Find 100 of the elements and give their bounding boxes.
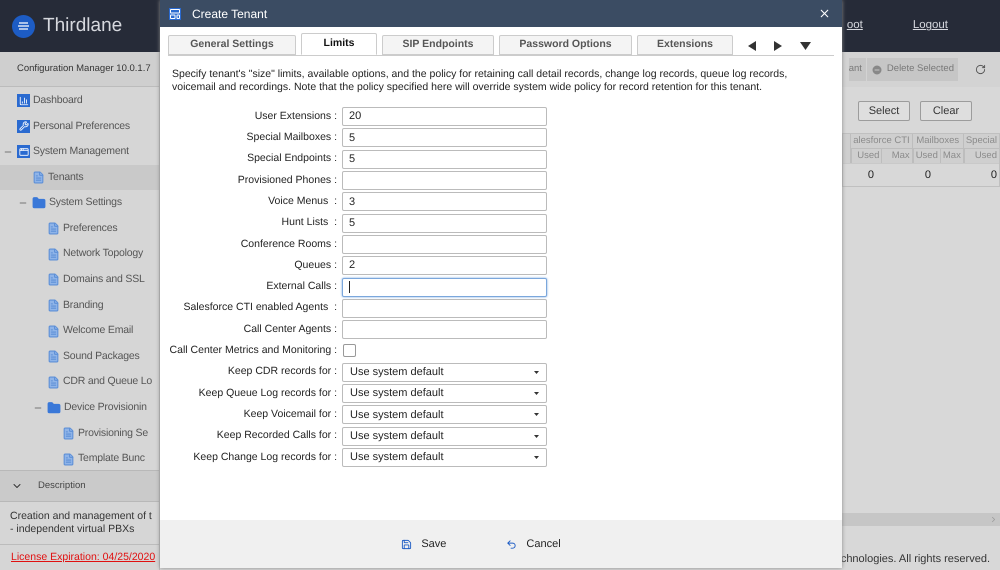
tree-item[interactable]: Domains and SSL [0, 267, 159, 293]
field-label: Special Mailboxes : [246, 130, 337, 146]
caret-icon [534, 456, 539, 459]
input-field[interactable] [342, 298, 547, 318]
file-icon [62, 427, 75, 440]
field-label: Keep CDR records for : [228, 364, 337, 380]
column-group-header: Mailboxes [915, 134, 960, 148]
tree-item[interactable]: Template Bunc [0, 446, 159, 472]
field-label: Keep Change Log records for : [193, 450, 337, 465]
checkbox[interactable] [343, 344, 356, 358]
field-label: Hunt Lists : [282, 215, 337, 230]
tree-item[interactable]: Branding [0, 292, 159, 318]
save-icon [401, 538, 412, 550]
dialog-icon [169, 8, 181, 20]
version-label: Configuration Manager 10.0.1.7 [17, 62, 151, 76]
horizontal-scrollbar[interactable] [842, 513, 1000, 526]
caret-icon [534, 413, 539, 416]
tree-item[interactable]: Personal Preferences [0, 114, 159, 140]
wrench-icon [17, 120, 30, 133]
file-icon [32, 171, 45, 184]
caret-icon [534, 392, 539, 395]
field-label: Salesforce CTI enabled Agents : [183, 300, 337, 316]
dropdown[interactable]: Use system default [342, 426, 547, 446]
tree-item[interactable]: CDR and Queue Lo [0, 370, 159, 396]
table-cell-text: 0 [990, 168, 997, 183]
tab[interactable]: General Settings [168, 35, 296, 55]
cancel-button[interactable]: Cancel [506, 536, 561, 552]
file-icon [47, 376, 60, 389]
input-field[interactable]: 20 [342, 107, 547, 126]
scroll-right-icon[interactable] [989, 515, 998, 524]
file-icon [47, 273, 60, 286]
input-field[interactable]: 3 [342, 192, 547, 212]
input-field[interactable]: 5 [342, 214, 547, 233]
column-group-header: Special [964, 134, 998, 148]
dropdown[interactable]: Use system default [342, 384, 547, 403]
field-label: Keep Recorded Calls for : [216, 428, 337, 444]
dropdown-arrow-icon[interactable] [800, 42, 811, 50]
field-label: Conference Rooms : [240, 236, 337, 252]
input-field[interactable]: 5 [342, 128, 547, 148]
input-field[interactable] [342, 234, 547, 254]
folder-icon [47, 400, 61, 415]
close-icon [818, 7, 831, 20]
filter-button[interactable]: Clear [920, 101, 972, 121]
right-arrow-icon[interactable] [774, 41, 782, 51]
field-label: Call Center Metrics and Monitoring : [170, 343, 337, 358]
file-icon [47, 222, 60, 236]
tree-item[interactable]: Tenants [0, 164, 159, 190]
left-arrow-icon[interactable] [748, 41, 756, 51]
file-icon [47, 299, 60, 312]
dialog-title: Create Tenant [192, 6, 268, 22]
close-button[interactable] [818, 7, 831, 20]
app-logo-text: Thirdlane [43, 14, 122, 38]
field-label: Keep Voicemail for : [244, 406, 337, 422]
file-icon [47, 324, 60, 338]
input-field[interactable] [342, 171, 547, 190]
license-link[interactable]: License Expiration: 04/25/2020 [11, 550, 156, 566]
table-cell-text: 0 [924, 168, 931, 183]
field-label: External Calls : [266, 279, 337, 294]
input-field[interactable]: 2 [342, 256, 547, 276]
undo-icon [506, 538, 518, 550]
filter-button[interactable]: Select [858, 101, 910, 121]
tab[interactable]: SIP Endpoints [382, 35, 494, 55]
file-icon [62, 452, 75, 466]
refresh-icon[interactable] [975, 64, 986, 75]
file-icon [47, 248, 60, 261]
tree-item[interactable]: Network Topology [0, 242, 159, 268]
field-label: User Extensions : [254, 108, 337, 124]
tree-item[interactable]: System Management [0, 139, 159, 165]
field-label: Call Center Agents : [244, 322, 337, 337]
column-group-header: alesforce CTI [852, 134, 911, 148]
header-link[interactable]: oot [846, 17, 863, 35]
save-button[interactable]: Save [401, 536, 446, 552]
tree-item[interactable]: Preferences [0, 216, 159, 242]
intro-text: Specify tenant's "size" limits, available options, and the policy for retaining call detail records, change log records, queue log records, voicemail and recordings. Note that the policy specified here will override system wide policy for record retention for this tenant. [171, 67, 788, 93]
caret-icon [534, 434, 539, 438]
tree-item[interactable]: Dashboard [0, 88, 159, 114]
text-caret [349, 281, 350, 294]
input-field[interactable]: 5 [342, 150, 547, 169]
field-label: Queues : [294, 258, 337, 273]
tree-item[interactable]: System Settings [0, 190, 159, 216]
field-label: Special Endpoints : [247, 151, 337, 166]
field-label: Provisioned Phones : [238, 172, 337, 188]
dropdown[interactable]: Use system default [342, 362, 547, 382]
tab[interactable]: Extensions [637, 35, 733, 55]
description-header[interactable]: Description [0, 470, 159, 502]
tab[interactable]: Limits [301, 33, 377, 55]
dropdown[interactable]: Use system default [342, 448, 547, 467]
field-label: Keep Queue Log records for : [198, 386, 337, 401]
dropdown[interactable]: Use system default [342, 405, 547, 424]
tree-item[interactable]: Sound Packages [0, 344, 159, 370]
input-field[interactable] [342, 320, 547, 340]
field-label: Voice Menus : [268, 194, 337, 209]
tab[interactable]: Password Options [499, 35, 632, 55]
input-field[interactable] [342, 278, 547, 297]
header-link[interactable]: Logout [912, 17, 948, 35]
tree-item[interactable]: Provisioning Se [0, 420, 159, 446]
tree-item[interactable]: Welcome Email [0, 318, 159, 344]
window-icon [17, 145, 30, 158]
tree-item[interactable]: Device Provisionin [0, 395, 159, 421]
copyright-text: chnologies. All rights reserved. [840, 552, 990, 567]
